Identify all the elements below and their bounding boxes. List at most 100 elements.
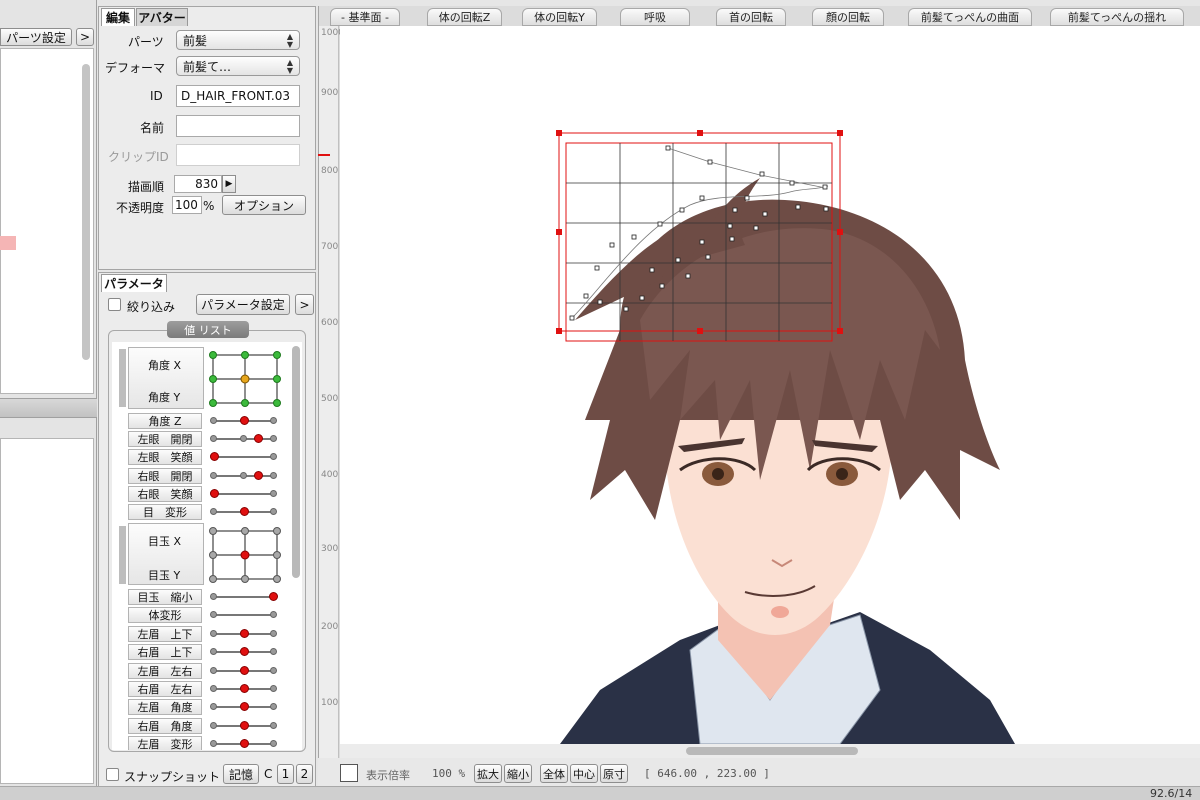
slider-knob[interactable] [254,434,264,443]
horizontal-scrollbar[interactable] [686,747,858,755]
canvas-viewport[interactable] [340,26,1200,744]
parameter-name[interactable]: 体変形 [128,607,202,623]
parameter-slider[interactable] [210,736,278,750]
slider-knob[interactable] [210,489,219,498]
parameter-name[interactable]: 右眼 開閉 [128,468,202,484]
parameter-name[interactable]: 目 変形 [128,504,202,520]
canvas-tab[interactable]: 体の回転Y [522,8,597,26]
parameter-name[interactable]: 目玉 縮小 [128,589,202,605]
character-artwork [556,130,1015,744]
draw-order-play-icon[interactable]: ▶ [222,175,236,193]
canvas-tab[interactable]: 呼吸 [620,8,690,26]
slider-knob[interactable] [210,452,219,461]
parameter-slider[interactable] [210,589,278,605]
parts-list[interactable] [0,48,94,394]
parameter-name[interactable]: 右眉 左右 [128,681,202,697]
live2d-editor-window: パーツ設定 > 編集 アバター パーツ 前髪 ▲ ▼ デフォーマ 前髪て… ▲ ▼ ID… [0,0,1200,800]
parameter-settings-button[interactable]: パラメータ設定 [196,294,290,315]
slider-knob[interactable] [239,666,249,675]
draw-order-field[interactable]: 830 [174,175,222,193]
parameter-name[interactable]: 右眉 上下 [128,644,202,660]
parameter-name[interactable]: 右眼 笑顔 [128,486,202,502]
parameter-name[interactable]: 角度 Z [128,413,202,429]
parameter-slider[interactable] [210,626,278,642]
canvas-tab[interactable]: - 基準面 - [330,8,400,26]
parameter-slider[interactable] [210,663,278,679]
parameter-name[interactable]: 右眉 角度 [128,718,202,734]
slider-knob[interactable] [239,684,249,693]
slider-knob[interactable] [239,702,249,711]
value-list-header[interactable]: 値 リスト [167,321,249,338]
snapshot-memory-button[interactable]: 記憶 [223,764,259,784]
snapshot-slot-1-button[interactable]: 1 [277,764,294,784]
opacity-field[interactable]: 100 [172,196,202,214]
tab-edit[interactable]: 編集 [101,8,135,26]
parts-settings-button[interactable]: パーツ設定 [0,28,72,46]
slider-knob[interactable] [239,507,249,516]
tab-avatar[interactable]: アバター [136,8,188,26]
filter-checkbox[interactable] [108,298,121,311]
parts-select[interactable]: 前髪 ▲ ▼ [176,30,300,50]
center-button[interactable]: 中心 [570,764,598,783]
parameter-slider[interactable] [210,644,278,660]
deformer-select[interactable]: 前髪て… ▲ ▼ [176,56,300,76]
parts-lower-list[interactable] [0,438,94,784]
parameter-slider[interactable] [210,699,278,715]
parameter-slider[interactable] [210,486,278,502]
slider-knob[interactable] [239,416,249,425]
parts-label: パーツ [128,35,164,49]
eyeball-xy-grid-control[interactable] [208,526,284,584]
canvas-tab[interactable]: 前髪てっぺんの曲面 [908,8,1032,26]
canvas-tab[interactable]: 顔の回転 [812,8,884,26]
zoom-in-button[interactable]: 拡大 [474,764,502,783]
color-swatch[interactable] [340,764,358,782]
parameter-name[interactable]: 左眉 上下 [128,626,202,642]
snapshot-checkbox[interactable] [106,768,119,781]
slider-knob[interactable] [239,739,249,748]
angle-xy-grid-control[interactable] [208,350,284,408]
snapshot-slot-2-button[interactable]: 2 [296,764,313,784]
fit-all-button[interactable]: 全体 [540,764,568,783]
tab-parameter[interactable]: パラメータ [101,274,167,292]
slider-tick [270,703,277,710]
parts-list-selected-row[interactable] [0,236,16,250]
slider-knob[interactable] [239,629,249,638]
parameter-list-scrollbar[interactable] [292,346,300,578]
parameter-more-button[interactable]: > [295,294,314,315]
actual-size-button[interactable]: 原寸 [600,764,628,783]
parameter-slider[interactable] [210,413,278,429]
canvas-tab[interactable]: 前髪てっぺんの揺れ [1050,8,1184,26]
slider-tick [210,685,217,692]
parameter-slider[interactable] [210,681,278,697]
parameter-name[interactable]: 左眉 変形 [128,736,202,750]
parts-more-button[interactable]: > [76,28,94,46]
zoom-out-button[interactable]: 縮小 [504,764,532,783]
parameter-name[interactable]: 左眼 笑顔 [128,449,202,465]
parameter-slider[interactable] [210,504,278,520]
canvas-tab[interactable]: 首の回転 [716,8,786,26]
slider-knob[interactable] [269,592,278,601]
ruler-label: 800 [321,166,339,176]
opacity-unit: % [203,199,215,213]
parameter-slider[interactable] [210,468,278,484]
grid-param-handle[interactable] [119,526,126,584]
clip-id-field[interactable] [176,144,300,166]
slider-tick [270,453,277,460]
name-field[interactable] [176,115,300,137]
slider-knob[interactable] [239,647,249,656]
parameter-slider[interactable] [210,449,278,465]
slider-knob[interactable] [239,721,249,730]
option-button[interactable]: オプション [222,195,306,215]
parameter-slider[interactable] [210,607,278,623]
grid-param-handle[interactable] [119,349,126,407]
parameter-slider[interactable] [210,718,278,734]
parts-list-scrollbar[interactable] [82,64,90,360]
canvas-tab[interactable]: 体の回転Z [427,8,502,26]
parameter-slider[interactable] [210,431,278,447]
slider-track [212,614,276,616]
slider-knob[interactable] [254,471,264,480]
id-field[interactable]: D_HAIR_FRONT.03 [176,85,300,107]
parameter-name[interactable]: 左眉 左右 [128,663,202,679]
parameter-name[interactable]: 左眉 角度 [128,699,202,715]
parameter-name[interactable]: 左眼 開閉 [128,431,202,447]
